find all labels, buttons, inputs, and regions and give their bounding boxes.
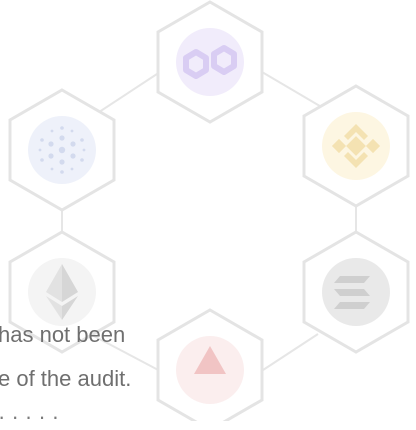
hex-node-solana: [302, 230, 410, 354]
caption-line-2: e of the audit.: [0, 366, 132, 391]
hex-node-cardano: [8, 88, 116, 212]
solana-logo-icon: [334, 276, 370, 309]
caption-line-1: has not been: [0, 322, 126, 347]
caption-line-3: · · · · ·: [0, 404, 60, 429]
hex-node-binance: [302, 84, 410, 208]
hex-node-avalanche: [156, 308, 264, 421]
hex-node-polygon: [156, 0, 264, 124]
blockchain-network-graphic: [8, 0, 410, 421]
